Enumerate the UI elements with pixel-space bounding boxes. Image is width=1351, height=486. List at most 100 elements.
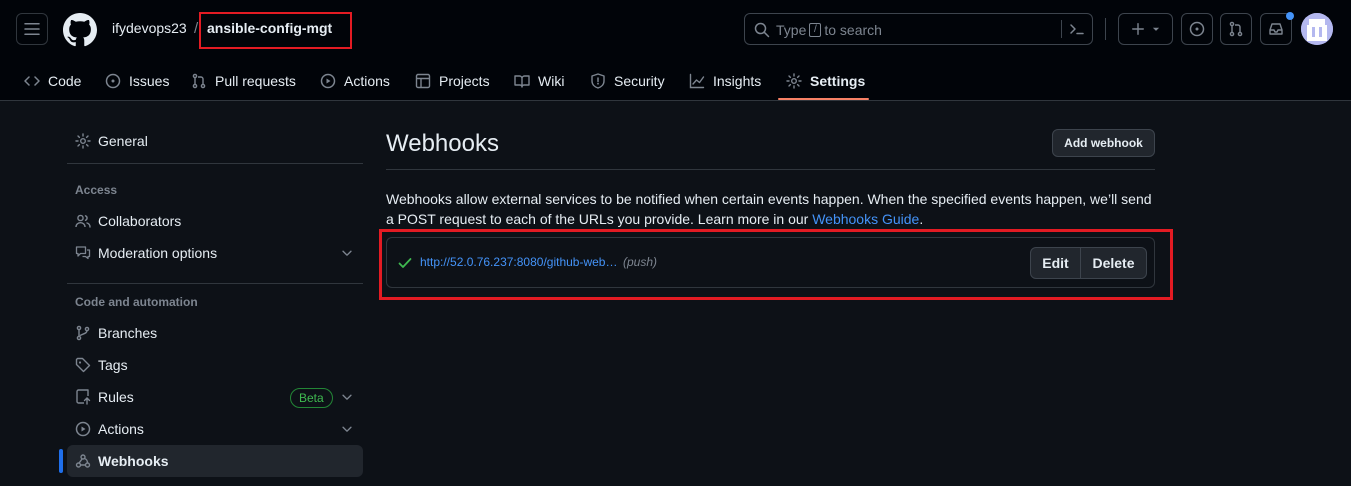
avatar[interactable] <box>1301 13 1333 45</box>
tab-label: Security <box>614 72 665 89</box>
search-icon <box>754 22 770 38</box>
tab-label: Wiki <box>538 72 565 89</box>
global-bar: ifydevops23 / ansible-config-mgt Type / … <box>0 0 1351 60</box>
sidebar-item-rules[interactable]: Rules Beta <box>60 381 363 413</box>
table-icon <box>415 73 431 88</box>
sidebar-item-label: Collaborators <box>98 213 182 229</box>
search-placeholder: Type / to search <box>776 22 882 38</box>
shield-icon <box>591 72 605 89</box>
code-icon <box>24 75 40 86</box>
tab-settings[interactable]: Settings <box>786 60 865 101</box>
tab-label: Actions <box>344 72 390 89</box>
tab-code[interactable]: Code <box>24 60 81 101</box>
chevron-down-icon <box>342 426 352 432</box>
menu-icon <box>24 23 40 35</box>
sidebar-item-tags[interactable]: Tags <box>60 349 363 381</box>
add-webhook-button[interactable]: Add webhook <box>1052 129 1155 157</box>
active-tab-indicator <box>778 98 869 100</box>
sidebar-item-label: General <box>98 133 148 149</box>
edit-webhook-button[interactable]: Edit <box>1031 248 1081 278</box>
beta-badge: Beta <box>290 388 333 408</box>
repo-owner-link[interactable]: ifydevops23 <box>112 20 187 36</box>
webhooks-description: Webhooks allow external services to be n… <box>386 189 1161 229</box>
pull-request-icon <box>1229 21 1243 37</box>
repo-header: ifydevops23 / ansible-config-mgt Type / … <box>0 0 1351 101</box>
plus-icon <box>1131 23 1144 35</box>
sidebar-item-actions[interactable]: Actions <box>60 413 363 445</box>
repo-name-link[interactable]: ansible-config-mgt <box>207 20 332 36</box>
search-divider <box>1061 20 1062 38</box>
play-icon <box>320 73 336 88</box>
tab-security[interactable]: Security <box>590 60 665 101</box>
search-placeholder-prefix: Type <box>776 22 807 38</box>
webhook-events: (push) <box>623 255 658 269</box>
tab-projects[interactable]: Projects <box>415 60 490 101</box>
sidebar-item-label: Branches <box>98 325 158 341</box>
sidebar-heading-code-automation: Code and automation <box>75 295 198 309</box>
git-pull-request-icon <box>192 73 206 88</box>
tab-label: Issues <box>129 72 170 89</box>
page-title: Webhooks <box>386 130 499 157</box>
command-palette-icon[interactable] <box>1069 21 1085 37</box>
sidebar-active-indicator <box>59 449 63 473</box>
sidebar-item-general[interactable]: General <box>60 125 363 157</box>
github-logo-icon[interactable] <box>63 13 97 47</box>
notification-indicator <box>1286 12 1294 20</box>
tab-issues[interactable]: Issues <box>105 60 169 101</box>
header-divider <box>1105 18 1106 40</box>
delete-webhook-button[interactable]: Delete <box>1081 248 1146 278</box>
sidebar-divider <box>67 163 363 164</box>
sidebar-item-branches[interactable]: Branches <box>60 317 363 349</box>
comment-discussion-icon <box>75 246 91 260</box>
path-separator: / <box>194 20 199 37</box>
description-line-1: Webhooks allow external services to be n… <box>386 191 1152 207</box>
chevron-down-icon <box>342 394 352 400</box>
webhook-url-link[interactable]: http://52.0.76.237:8080/github-web… <box>420 255 617 269</box>
tab-wiki[interactable]: Wiki <box>514 60 564 101</box>
sidebar-item-label: Webhooks <box>98 453 169 469</box>
chevron-down-icon <box>1152 27 1159 31</box>
issues-button[interactable] <box>1181 13 1213 45</box>
play-icon <box>75 421 91 437</box>
book-icon <box>514 74 530 88</box>
title-divider <box>386 169 1155 170</box>
repo-tabs: Code Issues Pull requests Actions Projec… <box>0 60 1351 101</box>
sidebar-item-moderation[interactable]: Moderation options <box>60 237 363 269</box>
issue-opened-icon <box>105 73 121 88</box>
tab-label: Code <box>48 72 82 89</box>
tab-label: Pull requests <box>215 72 296 89</box>
sidebar-item-collaborators[interactable]: Collaborators <box>60 205 363 237</box>
webhook-icon <box>75 454 91 468</box>
pull-requests-button[interactable] <box>1220 13 1252 45</box>
search-input[interactable]: Type / to search <box>744 13 1093 45</box>
slash-key-hint: / <box>809 23 822 37</box>
sidebar-item-label: Moderation options <box>98 245 218 261</box>
description-line-2: a POST request to each of the URLs you p… <box>386 211 813 227</box>
tab-actions[interactable]: Actions <box>320 60 390 101</box>
tab-pull-requests[interactable]: Pull requests <box>191 60 296 101</box>
issues-icon <box>1189 21 1205 37</box>
graph-icon <box>689 73 705 88</box>
repo-push-icon <box>76 389 91 405</box>
tab-insights[interactable]: Insights <box>689 60 761 101</box>
sidebar-item-label: Rules <box>98 389 134 405</box>
webhook-actions: Edit Delete <box>1030 247 1147 279</box>
check-icon <box>398 258 412 268</box>
tab-label: Settings <box>810 72 866 89</box>
menu-button[interactable] <box>16 13 48 45</box>
chevron-down-icon <box>342 250 352 256</box>
sidebar-divider <box>67 283 363 284</box>
webhooks-guide-link[interactable]: Webhooks Guide <box>812 211 919 227</box>
git-branch-icon <box>76 325 90 341</box>
sidebar-heading-access: Access <box>75 183 118 197</box>
search-placeholder-suffix: to search <box>824 22 882 38</box>
sidebar-item-webhooks[interactable]: Webhooks <box>67 445 363 477</box>
inbox-icon <box>1269 23 1283 35</box>
sidebar-item-label: Tags <box>98 357 128 373</box>
tab-label: Insights <box>713 72 762 89</box>
tab-label: Projects <box>439 72 490 89</box>
people-icon <box>75 214 91 228</box>
create-new-button[interactable] <box>1118 13 1173 45</box>
description-period: . <box>919 211 924 227</box>
gear-icon <box>786 72 802 89</box>
